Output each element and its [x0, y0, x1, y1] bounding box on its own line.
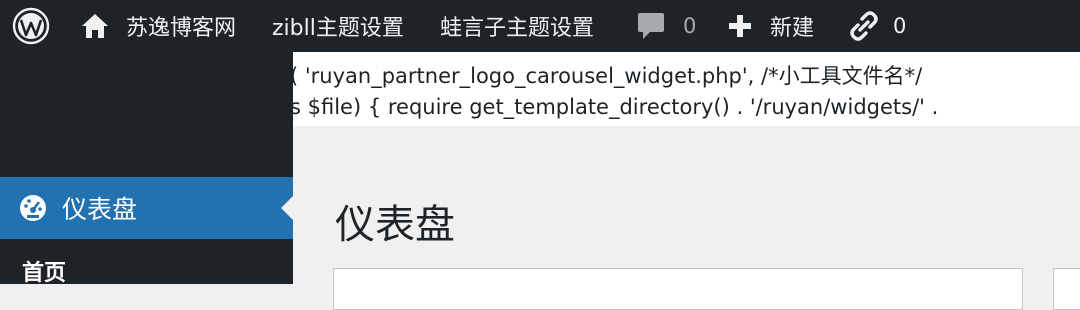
submenu-item-home[interactable]: 首页	[22, 255, 66, 287]
menu-item-dashboard[interactable]: 仪表盘	[0, 177, 293, 239]
wordpress-logo-icon[interactable]	[12, 0, 50, 52]
new-content-link[interactable]: 新建	[728, 0, 814, 52]
links-count: 0	[893, 14, 907, 38]
comment-bubble-icon	[637, 11, 665, 41]
custom-theme-settings-link[interactable]: 蛙言子主题设置	[440, 0, 594, 52]
dashboard-widget-box-secondary	[1053, 268, 1080, 310]
chain-link-icon	[849, 11, 879, 41]
php-code-notice: ( 'ruyan_partner_logo_carousel_widget.ph…	[293, 52, 1080, 126]
plus-icon	[728, 14, 752, 38]
comments-link[interactable]: 0	[637, 0, 696, 52]
admin-sidebar	[0, 52, 293, 284]
menu-item-dashboard-label: 仪表盘	[62, 195, 138, 224]
admin-bar: 苏逸博客网 zibll主题设置 蛙言子主题设置 0 新建 0	[0, 0, 1080, 52]
dashboard-widget-box	[333, 268, 1023, 310]
links-menu[interactable]: 0	[849, 0, 906, 52]
notice-line-2: s $file) { require get_template_director…	[293, 95, 939, 119]
site-name: 苏逸博客网	[126, 16, 237, 41]
zibll-theme-settings-link[interactable]: zibll主题设置	[272, 0, 404, 52]
site-name-link[interactable]: 苏逸博客网	[80, 0, 236, 52]
dashboard-gauge-icon	[18, 193, 48, 223]
new-label: 新建	[770, 16, 815, 41]
page-title: 仪表盘	[335, 202, 455, 248]
comments-count: 0	[683, 14, 697, 38]
notice-line-1: ( 'ruyan_partner_logo_carousel_widget.ph…	[293, 64, 923, 88]
home-icon	[80, 12, 110, 40]
